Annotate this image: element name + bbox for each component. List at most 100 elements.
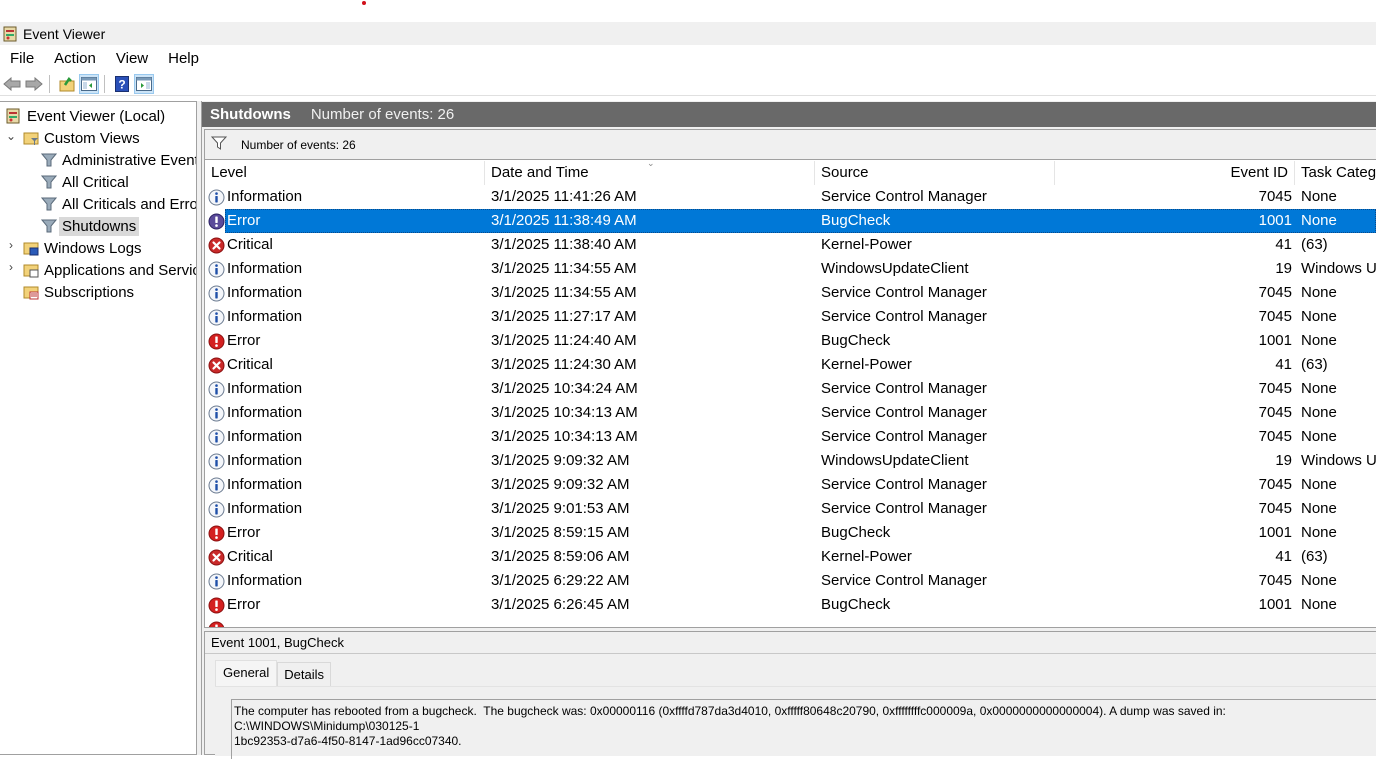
cell-source: Service Control Manager [821, 500, 987, 517]
event-row[interactable]: Critical 3/1/2025 8:59:06 AM Kernel-Power 4… [205, 545, 1376, 569]
filter-event-count: Number of events: 26 [241, 137, 356, 152]
chevron-right-icon[interactable]: › [6, 260, 16, 274]
back-button[interactable] [2, 74, 22, 94]
event-row-partial [205, 617, 1376, 627]
title-bar: Event Viewer [0, 22, 1376, 45]
cell-task-category: Windows Update Agent [1301, 260, 1376, 277]
folder-logs-icon [23, 240, 39, 256]
information-icon [208, 381, 225, 398]
cell-source: WindowsUpdateClient [821, 452, 969, 469]
toolbar-separator [49, 74, 50, 93]
event-row[interactable]: Error 3/1/2025 11:24:40 AM BugCheck 1001 Non… [205, 329, 1376, 353]
event-row[interactable]: Information 3/1/2025 9:01:53 AM Service Co… [205, 497, 1376, 521]
tree-item-administrative-events[interactable]: Administrative Events [40, 149, 196, 171]
information-icon [208, 429, 225, 446]
tree-label: Custom Views [44, 129, 140, 147]
show-hide-action-pane-button[interactable] [134, 73, 154, 94]
tree-label: Applications and Services Logs [44, 261, 196, 279]
error-icon [208, 333, 225, 350]
forward-button[interactable] [24, 74, 44, 94]
action-pane-icon [136, 76, 152, 91]
up-folder-button[interactable] [57, 74, 77, 94]
event-row[interactable]: Information 3/1/2025 11:34:55 AM WindowsUp… [205, 257, 1376, 281]
tree-label: All Critical [62, 173, 129, 191]
column-level[interactable]: Level [205, 161, 485, 185]
cell-source: Kernel-Power [821, 236, 912, 253]
event-row[interactable]: Information 3/1/2025 11:34:55 AM Service C… [205, 281, 1376, 305]
cell-source: BugCheck [821, 212, 891, 229]
event-row[interactable]: Error 3/1/2025 11:38:49 AM BugCheck 1001 Non… [205, 209, 1376, 233]
tree-item-event-viewer-local[interactable]: Event Viewer (Local) [6, 105, 168, 127]
console-tree: Event Viewer (Local) ⌄ Custom Views Admi… [0, 101, 197, 755]
menu-help[interactable]: Help [158, 47, 209, 71]
event-row[interactable]: Information 3/1/2025 11:41:26 AM Service C… [205, 185, 1376, 209]
event-row[interactable]: Information 3/1/2025 9:09:32 AM Service Co… [205, 473, 1376, 497]
cell-event-id: 19 [1275, 260, 1292, 277]
cell-level: Error [227, 332, 261, 349]
chevron-right-icon[interactable]: › [6, 238, 16, 252]
cell-source: Service Control Manager [821, 476, 987, 493]
cell-level: Information [227, 284, 303, 301]
cell-level: Error [227, 212, 261, 229]
column-source[interactable]: Source [815, 161, 1055, 185]
event-row[interactable]: Information 3/1/2025 9:09:32 AM WindowsUpd… [205, 449, 1376, 473]
event-row[interactable]: Critical 3/1/2025 11:24:30 AM Kernel-Power… [205, 353, 1376, 377]
cell-task-category: None [1301, 188, 1337, 205]
cell-level: Information [227, 260, 303, 277]
tree-item-custom-views[interactable]: Custom Views [23, 127, 143, 149]
tab-general[interactable]: General [215, 660, 278, 686]
cell-event-id: 41 [1275, 548, 1292, 565]
event-row[interactable]: Information 3/1/2025 10:34:13 AM Service C… [205, 401, 1376, 425]
help-button[interactable]: ? [112, 74, 132, 94]
cell-date-time: 3/1/2025 9:09:32 AM [491, 476, 630, 493]
view-event-count: Number of events: 26 [310, 106, 455, 123]
tree-label: All Criticals and Errors [62, 195, 197, 213]
tree-item-applications-and-services-logs[interactable]: Applications and Services Logs [23, 259, 196, 281]
event-viewer-app-icon [3, 26, 17, 42]
event-row[interactable]: Information 3/1/2025 10:34:13 AM Service C… [205, 425, 1376, 449]
cell-source: BugCheck [821, 332, 891, 349]
tree-item-windows-logs[interactable]: Windows Logs [23, 237, 145, 259]
error-icon [208, 213, 225, 230]
column-task-category[interactable]: Task Category [1295, 161, 1376, 185]
cell-task-category: None [1301, 596, 1337, 613]
cell-task-category: None [1301, 500, 1337, 517]
tab-general-body: The computer has rebooted from a bugchec… [215, 686, 1376, 759]
event-viewer-icon [6, 108, 22, 124]
event-row[interactable]: Error 3/1/2025 6:26:45 AM BugCheck 1001 None [205, 593, 1376, 617]
cell-event-id: 7045 [1258, 308, 1292, 325]
tree-item-subscriptions[interactable]: Subscriptions [23, 281, 137, 303]
menu-file[interactable]: File [0, 47, 44, 71]
tree-item-shutdowns[interactable]: Shutdowns [40, 215, 140, 237]
event-list-panel: Number of events: 26 Level Date and Time… [204, 129, 1376, 628]
tree-item-all-criticals-and-errors[interactable]: All Criticals and Errors [40, 193, 197, 215]
event-row[interactable]: Error 3/1/2025 8:59:15 AM BugCheck 1001 None [205, 521, 1376, 545]
cell-date-time: 3/1/2025 6:29:22 AM [491, 572, 630, 589]
event-row[interactable]: Information 3/1/2025 10:34:24 AM Service C… [205, 377, 1376, 401]
menu-action[interactable]: Action [44, 47, 106, 71]
error-icon [208, 621, 225, 627]
event-row[interactable]: Information 3/1/2025 11:27:17 AM Service C… [205, 305, 1376, 329]
selection-highlight [225, 209, 1376, 233]
cell-date-time: 3/1/2025 11:38:40 AM [491, 236, 637, 253]
chevron-down-icon[interactable]: ⌄ [6, 129, 16, 143]
detail-tabs: General Details [215, 660, 331, 686]
cell-task-category: Windows Update Agent [1301, 452, 1376, 469]
cell-source: Service Control Manager [821, 188, 987, 205]
event-row[interactable]: Critical 3/1/2025 11:38:40 AM Kernel-Power… [205, 233, 1376, 257]
show-hide-console-tree-button[interactable] [79, 73, 99, 94]
menu-view[interactable]: View [106, 47, 158, 71]
event-row[interactable]: Information 3/1/2025 6:29:22 AM Service Co… [205, 569, 1376, 593]
tree-item-all-critical[interactable]: All Critical [40, 171, 132, 193]
cell-task-category: (63) [1301, 548, 1328, 565]
cell-task-category: (63) [1301, 356, 1328, 373]
cell-task-category: (63) [1301, 236, 1328, 253]
cell-event-id: 41 [1275, 356, 1292, 373]
column-header: Level Date and Time ⌄ Source Event ID Ta… [205, 158, 1376, 185]
tab-details[interactable]: Details [277, 662, 331, 686]
column-event-id[interactable]: Event ID [1055, 161, 1295, 185]
cell-event-id: 7045 [1258, 284, 1292, 301]
event-description[interactable]: The computer has rebooted from a bugchec… [231, 699, 1376, 759]
cell-level: Information [227, 476, 303, 493]
cell-task-category: None [1301, 404, 1337, 421]
